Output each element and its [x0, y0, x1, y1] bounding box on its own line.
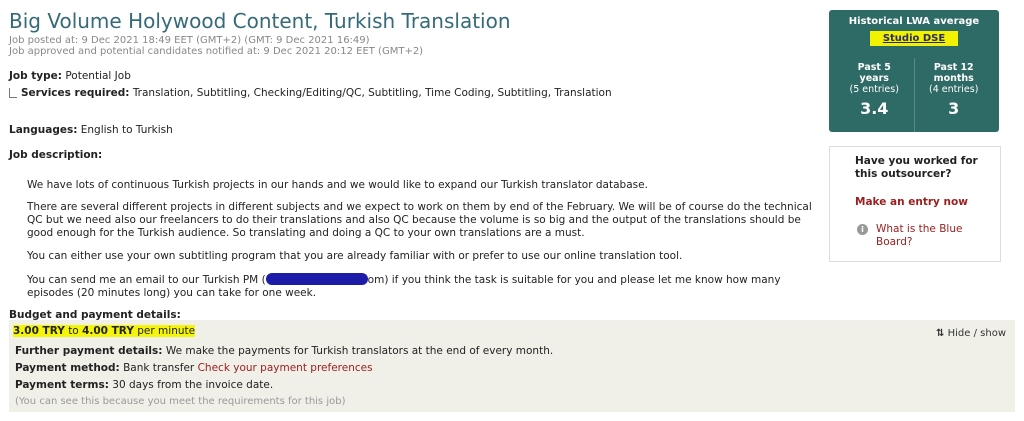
rate-unit: per minute: [137, 325, 196, 337]
job-description: You can send me an email to our Turkish …: [27, 273, 817, 300]
lwa-columns: Past 5 years (5 entries) 3.4 Past 12 mon…: [835, 58, 993, 132]
payment-method-row: Payment method: Bank transfer Check your…: [15, 362, 373, 374]
lwa-col-entries: (5 entries): [849, 84, 899, 95]
description-text: You can send me an email to our Turkish …: [27, 274, 266, 286]
languages-label: Languages:: [9, 124, 78, 136]
blue-board-box: Have you worked for this outsourcer? Mak…: [829, 146, 1001, 262]
terms-value: 30 days from the invoice date.: [112, 379, 274, 391]
lwa-score: 3: [948, 99, 960, 118]
make-entry-link[interactable]: Make an entry now: [855, 196, 968, 208]
outsourcer-link[interactable]: Studio DSE: [870, 31, 958, 46]
description-paragraph: We have lots of continuous Turkish proje…: [27, 179, 648, 191]
hide-show-label: Hide / show: [947, 328, 1006, 339]
description-paragraph: You can either use your own subtitling p…: [27, 250, 683, 262]
job-description: We have lots of continuous Turkish proje…: [27, 179, 817, 192]
job-description-label: Job description:: [9, 149, 103, 161]
rate-low: 3.00 TRY: [13, 325, 65, 337]
tree-corner-icon: [9, 88, 17, 98]
languages-value: English to Turkish: [80, 124, 173, 136]
hide-show-toggle[interactable]: ⇅ Hide / show: [936, 328, 1006, 339]
job-title: Big Volume Holywood Content, Turkish Tra…: [9, 9, 511, 33]
job-description: You can either use your own subtitling p…: [27, 250, 817, 263]
languages-row: Languages: English to Turkish: [9, 124, 173, 136]
swap-arrows-icon: ⇅: [936, 328, 945, 339]
services-value: Translation, Subtitling, Checking/Editin…: [132, 87, 612, 99]
job-type-value: Potential Job: [65, 70, 131, 82]
method-value: Bank transfer: [123, 362, 195, 374]
further-payment-row: Further payment details: We make the pay…: [15, 345, 553, 357]
rate-high: 4.00 TRY: [82, 325, 134, 337]
payment-terms-row: Payment terms: 30 days from the invoice …: [15, 379, 273, 391]
worked-question: Have you worked for this outsourcer?: [855, 155, 978, 180]
visibility-note: (You can see this because you meet the r…: [15, 396, 346, 407]
redacted-email: [265, 273, 368, 285]
info-icon: i: [857, 224, 868, 235]
job-posted-date: Job posted at: 9 Dec 2021 18:49 EET (GMT…: [9, 35, 370, 46]
payment-preferences-link[interactable]: Check your payment preferences: [198, 362, 373, 374]
lwa-col-title: Past 5 years: [857, 62, 891, 84]
further-label: Further payment details:: [15, 345, 163, 357]
job-type-label: Job type:: [9, 70, 62, 82]
method-label: Payment method:: [15, 362, 120, 374]
description-paragraph: There are several different projects in …: [27, 201, 812, 239]
lwa-col-12-months: Past 12 months (4 entries) 3: [915, 58, 994, 132]
rate-range: 3.00 TRY to 4.00 TRY per minute: [13, 325, 196, 337]
lwa-panel: Historical LWA average Studio DSE Past 5…: [829, 10, 999, 132]
blue-board-link[interactable]: What is the Blue Board?: [876, 223, 976, 249]
job-description: There are several different projects in …: [27, 201, 817, 240]
lwa-col-5-years: Past 5 years (5 entries) 3.4: [835, 58, 915, 132]
lwa-col-entries: (4 entries): [929, 84, 979, 95]
lwa-heading: Historical LWA average: [848, 16, 980, 27]
services-row: Services required: Translation, Subtitli…: [9, 87, 612, 99]
job-approved-date: Job approved and potential candidates no…: [9, 46, 424, 57]
job-type-row: Job type: Potential Job: [9, 70, 131, 82]
lwa-score: 3.4: [860, 99, 889, 118]
services-label: Services required:: [21, 87, 130, 99]
description-paragraph: You can send me an email to our Turkish …: [27, 273, 817, 300]
rate-to: to: [68, 325, 79, 337]
terms-label: Payment terms:: [15, 379, 109, 391]
further-value: We make the payments for Turkish transla…: [165, 345, 554, 357]
budget-panel: 3.00 TRY to 4.00 TRY per minute Further …: [9, 320, 1015, 412]
lwa-col-title: Past 12 months: [933, 62, 974, 84]
